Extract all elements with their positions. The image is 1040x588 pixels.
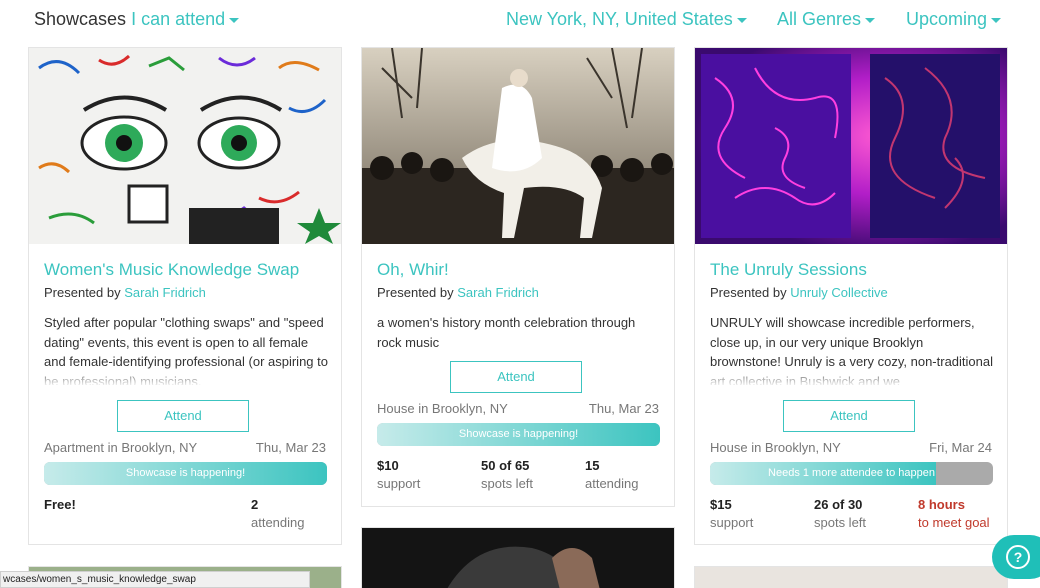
spots-value: 26 of 30: [814, 497, 863, 512]
presented-by-label: Presented by: [44, 285, 121, 300]
status-text: Showcase is happening!: [458, 428, 579, 440]
spots-label: spots left: [814, 515, 867, 530]
showcase-card: The Unruly Sessions Presented by Unruly …: [694, 47, 1008, 545]
showcase-card-partial[interactable]: [361, 527, 675, 588]
description-fade: [44, 366, 328, 386]
genre-filter-label: All Genres: [777, 9, 862, 29]
top-bar: Showcases I can attend New York, NY, Uni…: [0, 0, 1040, 40]
status-progress-bar: Showcase is happening!: [44, 462, 327, 485]
presented-by-label: Presented by: [710, 285, 787, 300]
deadline-stat: 8 hours to meet goal: [918, 496, 990, 532]
timeframe-filter-dropdown[interactable]: Upcoming: [906, 9, 1002, 30]
showcase-description: a women's history month celebration thro…: [377, 315, 636, 350]
page-title-label: Showcases: [34, 9, 127, 29]
chevron-down-icon: [229, 17, 240, 23]
page-title: Showcases I can attend: [34, 9, 240, 30]
chevron-down-icon: [736, 17, 747, 23]
attending-stat: 15 attending: [585, 457, 639, 493]
attending-value: 15: [585, 458, 600, 473]
status-bar-url: wcases/women_s_music_knowledge_swap: [0, 571, 310, 588]
description-fade: [710, 366, 994, 386]
showcase-image: [362, 528, 674, 588]
attending-stat: 2 attending: [251, 496, 305, 532]
spots-stat: 26 of 30 spots left: [814, 496, 866, 532]
showcase-image[interactable]: [29, 48, 341, 244]
presenter-link[interactable]: Sarah Fridrich: [457, 285, 539, 300]
timeframe-filter-label: Upcoming: [906, 9, 988, 29]
showcase-title[interactable]: Women's Music Knowledge Swap: [44, 260, 299, 280]
location-filter-dropdown[interactable]: New York, NY, United States: [506, 9, 747, 30]
showcase-date: Fri, Mar 24: [929, 440, 992, 455]
support-stat: $15 support: [710, 496, 753, 532]
price-value: Free!: [44, 497, 76, 512]
attending-label: attending: [585, 476, 639, 491]
showcase-date: Thu, Mar 23: [255, 440, 326, 455]
status-text: Needs 1 more attendee to happen: [768, 467, 935, 479]
attend-button[interactable]: Attend: [117, 400, 249, 432]
showcase-title[interactable]: The Unruly Sessions: [710, 260, 867, 280]
status-text: Showcase is happening!: [125, 467, 246, 479]
help-button[interactable]: ?: [992, 535, 1040, 579]
chevron-down-icon: [865, 17, 876, 23]
support-value: $10: [377, 458, 399, 473]
chevron-down-icon: [991, 17, 1002, 23]
genre-filter-dropdown[interactable]: All Genres: [777, 9, 876, 30]
support-label: support: [710, 515, 754, 530]
showcase-date: Thu, Mar 23: [588, 401, 659, 416]
location-filter-label: New York, NY, United States: [506, 9, 733, 29]
status-progress-bar: Showcase is happening!: [377, 423, 660, 446]
support-value: $15: [710, 497, 732, 512]
attend-filter-label: I can attend: [131, 9, 226, 29]
showcase-card: Women's Music Knowledge Swap Presented b…: [28, 47, 342, 545]
presented-by-label: Presented by: [377, 285, 454, 300]
attending-value: 2: [251, 497, 259, 512]
venue: House in Brooklyn, NY: [377, 401, 508, 416]
deadline-label: to meet goal: [918, 515, 990, 530]
attend-filter-dropdown[interactable]: I can attend: [131, 9, 240, 29]
showcase-image[interactable]: [362, 48, 674, 244]
help-icon: ?: [1006, 545, 1030, 569]
presented-by: Presented by Unruly Collective: [710, 285, 888, 300]
venue: Apartment in Brooklyn, NY: [44, 440, 198, 455]
support-label: support: [377, 476, 421, 491]
showcase-card: Oh, Whir! Presented by Sarah Fridrich a …: [361, 47, 675, 507]
venue: House in Brooklyn, NY: [710, 440, 841, 455]
status-progress-bar: Needs 1 more attendee to happen: [710, 462, 993, 485]
attending-label: attending: [251, 515, 305, 530]
showcase-image[interactable]: [695, 48, 1007, 244]
spots-stat: 50 of 65 spots left: [481, 457, 533, 493]
presenter-link[interactable]: Unruly Collective: [790, 285, 888, 300]
showcase-title[interactable]: Oh, Whir!: [377, 260, 449, 280]
presented-by: Presented by Sarah Fridrich: [44, 285, 206, 300]
price-stat: Free!: [44, 496, 76, 514]
deadline-value: 8 hours: [918, 497, 965, 512]
attend-button[interactable]: Attend: [450, 361, 582, 393]
presented-by: Presented by Sarah Fridrich: [377, 285, 539, 300]
spots-value: 50 of 65: [481, 458, 530, 473]
showcase-card-partial[interactable]: [694, 566, 1008, 588]
attend-button[interactable]: Attend: [783, 400, 915, 432]
support-stat: $10 support: [377, 457, 420, 493]
spots-label: spots left: [481, 476, 534, 491]
presenter-link[interactable]: Sarah Fridrich: [124, 285, 206, 300]
